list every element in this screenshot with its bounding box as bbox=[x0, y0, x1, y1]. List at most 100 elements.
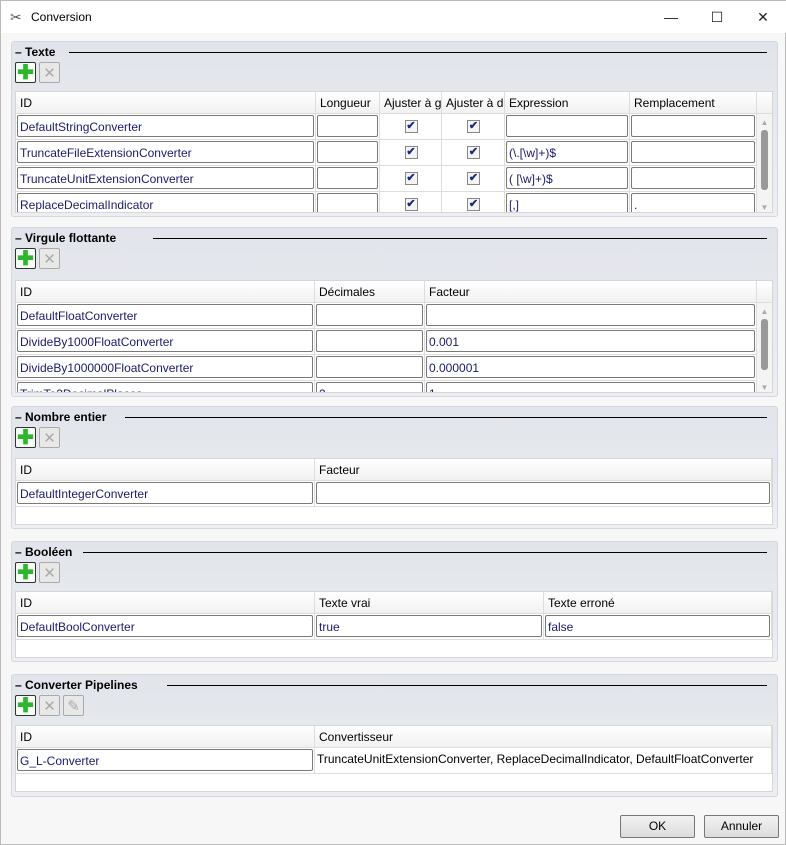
delete-button[interactable]: ✕ bbox=[39, 562, 60, 583]
column-header[interactable]: Expression bbox=[505, 92, 630, 114]
cell-input[interactable]: TruncateFileExtensionConverter bbox=[17, 141, 314, 163]
table-cell: ✔ bbox=[380, 114, 442, 140]
add-button[interactable]: ✚ bbox=[15, 427, 36, 449]
column-header[interactable]: Décimales bbox=[315, 281, 425, 303]
add-button[interactable]: ✚ bbox=[15, 248, 36, 270]
cell-input[interactable] bbox=[317, 115, 378, 137]
delete-icon: ✕ bbox=[43, 250, 56, 268]
cell-input[interactable] bbox=[631, 167, 755, 189]
column-header[interactable]: Facteur bbox=[315, 459, 772, 481]
scrollbar-thumb[interactable] bbox=[761, 319, 768, 370]
cell-input[interactable]: DefaultBoolConverter bbox=[17, 615, 313, 637]
cell-input[interactable]: TruncateUnitExtensionConverter bbox=[17, 167, 314, 189]
cell-input[interactable] bbox=[631, 115, 755, 137]
scroll-down-icon[interactable]: ▼ bbox=[757, 203, 772, 212]
column-header[interactable]: Convertisseur bbox=[315, 726, 772, 748]
cell-input[interactable] bbox=[316, 330, 423, 352]
cell-input[interactable]: DefaultFloatConverter bbox=[17, 304, 313, 326]
delete-icon: ✕ bbox=[43, 564, 56, 582]
cell-input[interactable]: [,] bbox=[506, 193, 628, 212]
vertical-scrollbar[interactable]: ▲ ▼ bbox=[757, 114, 772, 212]
cell-input[interactable]: . bbox=[631, 193, 755, 212]
pipelines-grid: ID Convertisseur G_L-Converter TruncateUnit… bbox=[15, 725, 773, 792]
checkbox[interactable]: ✔ bbox=[467, 120, 480, 133]
checkbox[interactable]: ✔ bbox=[404, 172, 418, 185]
cell-input[interactable]: DivideBy1000FloatConverter bbox=[17, 330, 313, 352]
section-title-text: Nombre entier bbox=[25, 410, 107, 424]
close-button[interactable]: ✕ bbox=[743, 5, 783, 29]
add-button[interactable]: ✚ bbox=[15, 562, 36, 584]
checkbox[interactable]: ✔ bbox=[404, 120, 418, 133]
cell-input[interactable]: DefaultStringConverter bbox=[17, 115, 314, 137]
cell-input[interactable]: true bbox=[316, 615, 542, 637]
checkbox[interactable]: ✔ bbox=[404, 146, 418, 159]
delete-button[interactable]: ✕ bbox=[39, 248, 60, 269]
column-header[interactable]: Facteur bbox=[425, 281, 757, 303]
table-cell: 1 bbox=[425, 381, 757, 392]
cell-input[interactable] bbox=[316, 482, 770, 504]
table-cell: TrimTo2DecimalPlaces bbox=[16, 381, 315, 392]
column-header[interactable]: Remplacement bbox=[630, 92, 757, 114]
cell-input[interactable]: 2 bbox=[316, 382, 423, 392]
tools-icon: ✂ bbox=[10, 9, 22, 25]
table-cell: DivideBy1000000FloatConverter bbox=[16, 355, 315, 381]
scroll-down-icon[interactable]: ▼ bbox=[757, 383, 772, 392]
cell-input[interactable]: (\.[\w]+)$ bbox=[506, 141, 628, 163]
column-header[interactable]: ID bbox=[16, 726, 315, 748]
cell-input[interactable]: 1 bbox=[426, 382, 755, 392]
cell-input[interactable] bbox=[316, 356, 423, 378]
column-header[interactable]: ID bbox=[16, 92, 316, 114]
cancel-button[interactable]: Annuler bbox=[704, 815, 779, 838]
vertical-scrollbar[interactable]: ▲ ▼ bbox=[757, 303, 772, 392]
delete-button[interactable]: ✕ bbox=[39, 695, 60, 716]
checkbox[interactable]: ✔ bbox=[467, 198, 480, 211]
minimize-button[interactable]: — bbox=[651, 5, 691, 29]
cell-input[interactable]: G_L-Converter bbox=[17, 749, 313, 771]
cell-input[interactable]: 0.001 bbox=[426, 330, 755, 352]
column-header[interactable]: ID bbox=[16, 592, 315, 614]
checkbox[interactable]: ✔ bbox=[467, 172, 480, 185]
section-float: – Virgule flottante ✚ ✕ ID Décimales Facteur D… bbox=[11, 227, 778, 397]
column-header[interactable]: ID bbox=[16, 281, 315, 303]
ok-button[interactable]: OK bbox=[620, 815, 695, 838]
cell-input[interactable]: DefaultIntegerConverter bbox=[17, 482, 313, 504]
cell-input[interactable]: false bbox=[545, 615, 770, 637]
cell-input[interactable] bbox=[317, 141, 378, 163]
window-title: Conversion bbox=[31, 10, 92, 24]
cell-input[interactable] bbox=[426, 304, 755, 326]
cell-input[interactable] bbox=[317, 193, 378, 212]
checkbox[interactable]: ✔ bbox=[404, 198, 418, 211]
column-header[interactable]: Ajuster à g bbox=[380, 92, 442, 114]
cell-input[interactable]: ReplaceDecimalIndicator bbox=[17, 193, 314, 212]
section-title-text: Texte bbox=[25, 45, 56, 59]
column-header[interactable]: Ajuster à d bbox=[442, 92, 505, 114]
scroll-up-icon[interactable]: ▲ bbox=[757, 307, 772, 316]
cell-input[interactable] bbox=[631, 141, 755, 163]
edit-button[interactable]: ✎ bbox=[63, 695, 84, 716]
cell-input[interactable] bbox=[316, 304, 423, 326]
cell-input[interactable]: TrimTo2DecimalPlaces bbox=[17, 382, 313, 392]
delete-button[interactable]: ✕ bbox=[39, 62, 60, 83]
column-header[interactable]: Texte erroné bbox=[544, 592, 772, 614]
cell-input[interactable]: ( [\w]+)$ bbox=[506, 167, 628, 189]
column-header[interactable]: Texte vrai bbox=[315, 592, 544, 614]
scrollbar-thumb[interactable] bbox=[761, 130, 768, 190]
column-header[interactable]: ID bbox=[16, 459, 315, 481]
divider bbox=[125, 417, 767, 418]
cell-input[interactable] bbox=[317, 167, 378, 189]
column-header[interactable]: Longueur bbox=[316, 92, 380, 114]
edit-icon: ✎ bbox=[67, 697, 80, 715]
add-button[interactable]: ✚ bbox=[15, 695, 36, 717]
cell-input[interactable]: 0.000001 bbox=[426, 356, 755, 378]
maximize-button[interactable]: ☐ bbox=[697, 5, 737, 29]
scroll-up-icon[interactable]: ▲ bbox=[757, 118, 772, 127]
cell-input[interactable]: DivideBy1000000FloatConverter bbox=[17, 356, 313, 378]
delete-button[interactable]: ✕ bbox=[39, 427, 60, 448]
float-grid: ID Décimales Facteur DefaultFloatConverter D… bbox=[15, 280, 773, 393]
checkbox[interactable]: ✔ bbox=[467, 146, 480, 159]
table-cell bbox=[425, 303, 757, 329]
table-cell: ( [\w]+)$ bbox=[505, 166, 630, 192]
add-button[interactable]: ✚ bbox=[15, 62, 36, 84]
cell-input[interactable] bbox=[506, 115, 628, 137]
table-cell bbox=[630, 166, 757, 192]
